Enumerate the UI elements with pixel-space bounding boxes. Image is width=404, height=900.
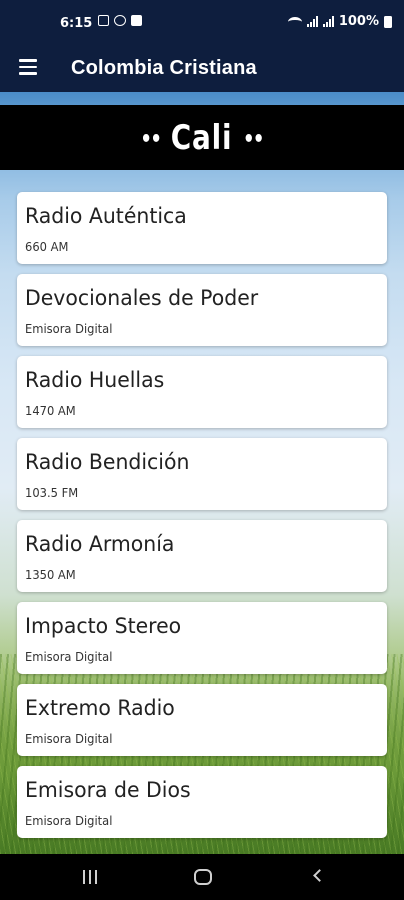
status-bar: 6:15 100% [0,0,404,44]
recent-apps-icon[interactable] [83,870,101,884]
station-frequency: Emisora Digital [25,649,113,664]
station-card[interactable]: Radio Auténtica 660 AM [17,192,387,264]
station-frequency: 103.5 FM [25,485,79,500]
station-name: Extremo Radio [25,696,175,721]
menu-icon[interactable] [19,59,37,75]
status-time: 6:15 [60,16,93,31]
station-card[interactable]: Radio Armonía 1350 AM [17,520,387,592]
image-icon [98,15,109,26]
back-icon[interactable] [313,869,326,882]
home-icon[interactable] [194,869,212,885]
station-list: Radio Auténtica 660 AM Devocionales de P… [17,192,387,848]
banner-dots-right: •• [243,127,264,152]
station-name: Devocionales de Poder [25,286,259,311]
station-card[interactable]: Radio Huellas 1470 AM [17,356,387,428]
station-card[interactable]: Radio Bendición 103.5 FM [17,438,387,510]
station-card[interactable]: Impacto Stereo Emisora Digital [17,602,387,674]
cast-icon [114,15,126,26]
status-right-icons: 100% [287,14,392,29]
city-banner: •• Cali •• [0,105,404,170]
station-card[interactable]: Emisora de Dios Emisora Digital [17,766,387,838]
city-name: Cali [171,118,233,158]
station-frequency: 1470 AM [25,403,76,418]
station-card[interactable]: Devocionales de Poder Emisora Digital [17,274,387,346]
signal-icon [306,16,318,27]
station-frequency: Emisora Digital [25,813,113,828]
station-card[interactable]: Extremo Radio Emisora Digital [17,684,387,756]
banner-dots-left: •• [140,127,162,152]
station-frequency: 660 AM [25,239,69,254]
app-bar: Colombia Cristiana [0,44,404,92]
station-name: Radio Armonía [25,532,175,557]
station-name: Radio Huellas [25,368,165,393]
city-title: •• Cali •• [140,118,265,158]
system-nav-bar [0,854,404,900]
station-name: Impacto Stereo [25,614,182,639]
station-name: Radio Bendición [25,450,190,475]
wifi-icon [287,16,302,27]
battery-percent: 100% [338,14,379,29]
station-frequency: Emisora Digital [25,731,113,746]
status-left-icons [98,15,142,26]
station-frequency: 1350 AM [25,567,76,582]
station-name: Emisora de Dios [25,778,191,803]
signal-icon [322,16,334,27]
battery-icon [384,15,392,28]
app-title: Colombia Cristiana [71,57,257,79]
station-frequency: Emisora Digital [25,321,113,336]
station-name: Radio Auténtica [25,204,187,229]
app-icon [131,15,142,26]
